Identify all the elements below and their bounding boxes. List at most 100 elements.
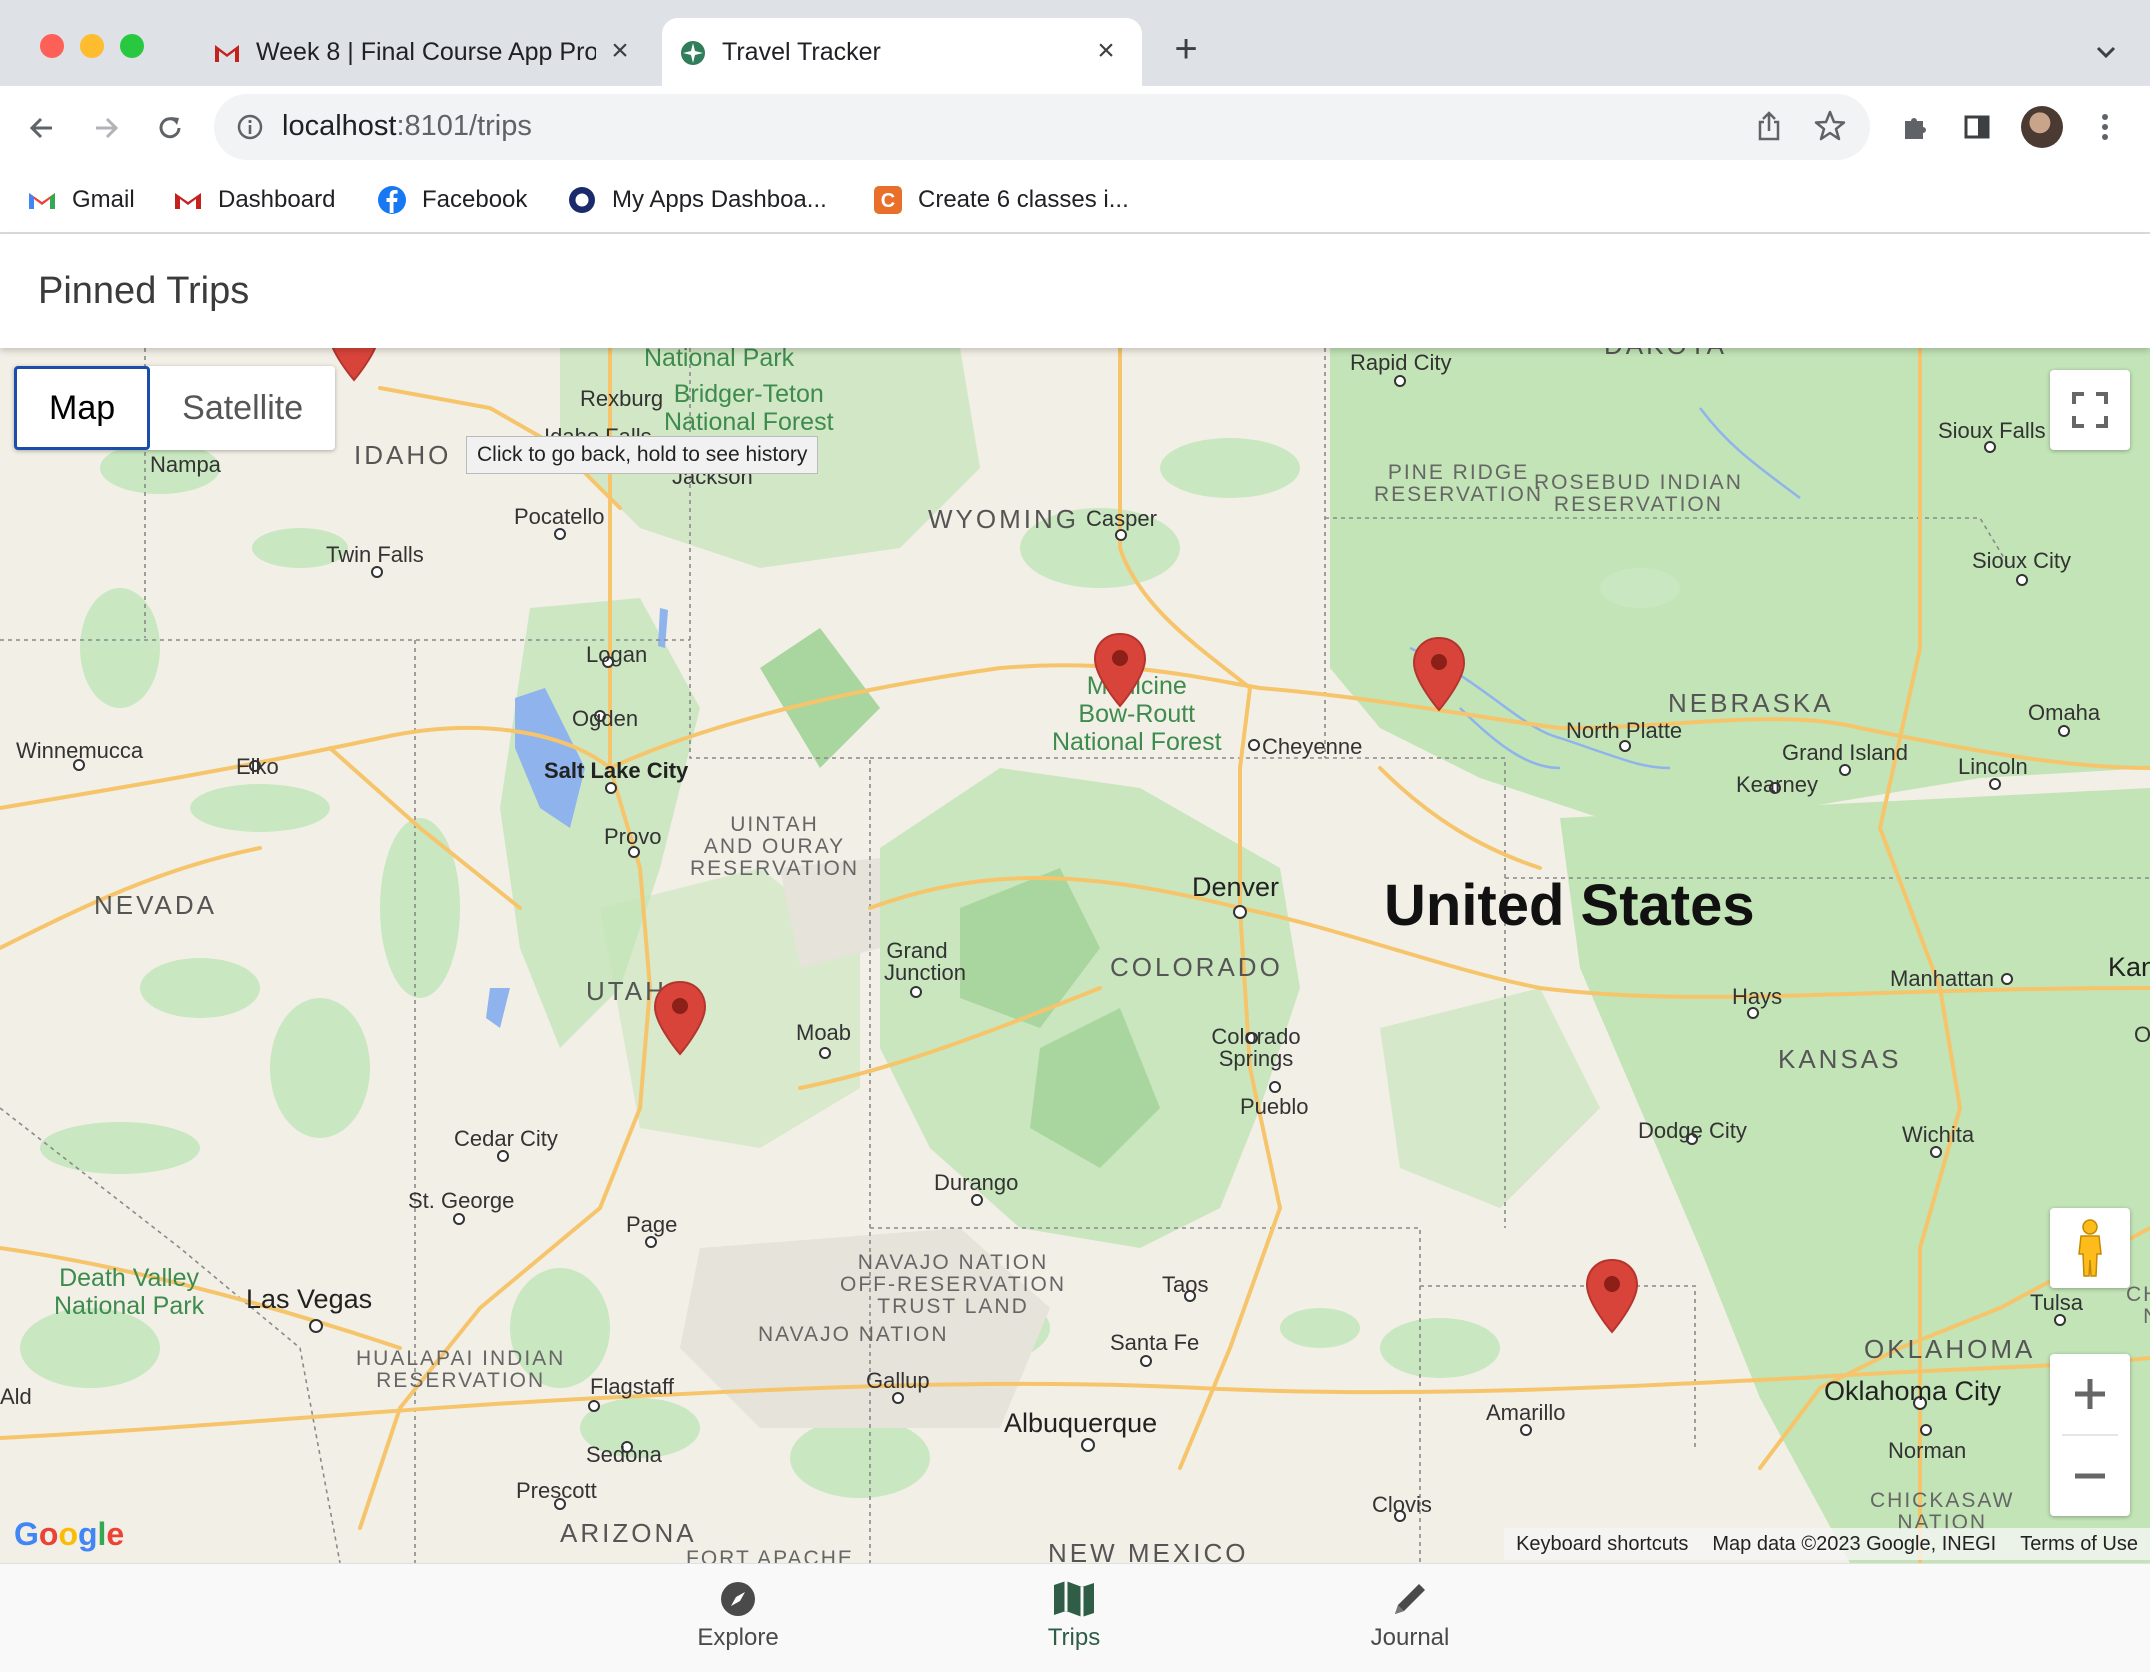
google-logo[interactable]: Google [14, 1516, 124, 1553]
arrow-left-icon [29, 117, 52, 139]
tab-title: Week 8 | Final Course App Proj [256, 37, 596, 66]
bookmark-facebook[interactable]: Facebook [376, 182, 527, 218]
state-label: ARIZONA [560, 1518, 697, 1548]
city-label: Salt Lake City [544, 758, 689, 783]
city-label: Logan [586, 642, 648, 667]
state-label: KANSAS [1778, 1044, 1902, 1074]
map-type-control: Map Satellite [14, 366, 336, 450]
reload-button[interactable] [150, 108, 190, 148]
facebook-icon [376, 184, 408, 216]
side-panel-icon[interactable] [1958, 108, 1996, 146]
city-label: Page [626, 1212, 678, 1237]
city-label: Taos [1162, 1272, 1209, 1297]
city-label: Kan [2108, 952, 2150, 982]
svg-text:C: C [881, 190, 895, 212]
nav-explore[interactable]: Explore [638, 1574, 838, 1664]
city-label: Pueblo [1240, 1094, 1309, 1119]
map-view[interactable]: IDAHO WYOMING NEBRASKA NEVADA UTAH COLOR… [0, 348, 2150, 1563]
gmail-icon [26, 184, 58, 216]
reservation-label: FORT APACHE [686, 1547, 854, 1564]
new-tab-button[interactable]: + [1166, 29, 1206, 70]
bookmark-gmail[interactable]: Gmail [26, 182, 135, 218]
more-menu-icon[interactable] [2086, 108, 2124, 146]
trip-pin-marker[interactable] [1412, 636, 1466, 712]
city-label: Lincoln [1958, 754, 2028, 779]
bookmark-codecademy[interactable]: C Create 6 classes i... [872, 182, 1129, 218]
city-label: Gallup [866, 1368, 930, 1393]
city-label: Ogden [572, 706, 639, 731]
city-label: O [2134, 1022, 2150, 1047]
minus-icon [2075, 1473, 2105, 1479]
city-label: Rapid City [1350, 350, 1452, 375]
close-tab-icon[interactable]: × [1090, 36, 1122, 68]
state-label: COLORADO [1110, 952, 1283, 982]
keyboard-shortcuts-link[interactable]: Keyboard shortcuts [1504, 1533, 1700, 1556]
city-label: Norman [1888, 1438, 1967, 1463]
back-button[interactable] [22, 108, 62, 148]
city-label: Omaha [2028, 700, 2101, 725]
maximize-window-button[interactable] [120, 34, 144, 58]
reservation-label: HUALAPAI INDIAN RESERVATION [356, 1347, 566, 1392]
browser-tab-bar: Week 8 | Final Course App Proj × Travel … [0, 0, 2150, 86]
bookmark-my-apps[interactable]: My Apps Dashboa... [566, 182, 827, 218]
city-label: Dodge City [1638, 1118, 1747, 1143]
pencil-icon [1310, 1574, 1510, 1624]
minimize-window-button[interactable] [80, 34, 104, 58]
map-type-map-button[interactable]: Map [14, 366, 151, 450]
city-label: Hays [1732, 984, 1783, 1009]
extensions-icon[interactable] [1896, 108, 1934, 146]
trip-pin-marker[interactable] [1585, 1258, 1639, 1334]
city-label: Rexburg [580, 386, 664, 411]
city-label: Santa Fe [1110, 1330, 1200, 1355]
nav-trips[interactable]: Trips [974, 1574, 1174, 1664]
browser-tab-travel-tracker[interactable]: Travel Tracker × [662, 18, 1142, 86]
browser-tab-week8[interactable]: Week 8 | Final Course App Proj × [196, 18, 656, 86]
reservation-label: UINTAH AND OURAY RESERVATION [690, 813, 860, 880]
trip-pin-marker[interactable] [1093, 632, 1147, 708]
bookmark-label: Gmail [72, 186, 135, 213]
city-label: Las Vegas [246, 1284, 373, 1314]
address-bar[interactable]: localhost:8101/trips [214, 94, 1870, 160]
close-tab-icon[interactable]: × [604, 36, 636, 68]
map-icon [974, 1574, 1174, 1624]
travel-tracker-icon [678, 38, 708, 68]
city-label: Grand Junction [884, 938, 966, 985]
city-label: North Platte [1566, 718, 1683, 743]
codecademy-icon: C [872, 184, 904, 216]
state-label: OKLAHOMA [1864, 1334, 2036, 1364]
city-label: Sedona [586, 1442, 662, 1467]
park-label: Death Valley National Park [54, 1264, 205, 1320]
plus-icon [2075, 1379, 2105, 1409]
city-label: Ald [0, 1384, 32, 1409]
profile-avatar[interactable] [2021, 106, 2063, 148]
reservation-label: NAVAJO NATION [758, 1323, 949, 1346]
site-info-icon[interactable] [236, 113, 264, 141]
share-icon[interactable] [1752, 110, 1786, 144]
city-label: St. George [408, 1188, 515, 1213]
forward-button[interactable] [86, 108, 126, 148]
close-window-button[interactable] [40, 34, 64, 58]
url-text[interactable]: localhost:8101/trips [282, 110, 532, 143]
trip-pin-marker[interactable] [653, 980, 707, 1056]
fullscreen-button[interactable] [2050, 370, 2130, 450]
city-label: Wichita [1902, 1122, 1975, 1147]
bookmark-dashboard[interactable]: Dashboard [172, 182, 335, 218]
reservation-label: ROSEBUD INDIAN RESERVATION [1534, 471, 1743, 516]
state-label: WYOMING [928, 504, 1079, 534]
bookmark-star-icon[interactable] [1812, 108, 1848, 144]
zoom-in-button[interactable] [2050, 1354, 2130, 1434]
bookmark-label: My Apps Dashboa... [612, 186, 827, 213]
reload-icon [159, 117, 181, 139]
tab-search-chevron-icon[interactable] [2090, 36, 2122, 68]
city-label: Winnemucca [16, 738, 144, 763]
map-type-satellite-button[interactable]: Satellite [150, 366, 335, 450]
gmail-icon [212, 38, 242, 68]
page-title: Pinned Trips [38, 270, 250, 312]
street-view-pegman[interactable] [2050, 1208, 2130, 1288]
bookmark-label: Facebook [422, 186, 528, 213]
arrow-right-icon [96, 117, 119, 139]
gmail-icon [172, 184, 204, 216]
nav-journal[interactable]: Journal [1310, 1574, 1510, 1664]
terms-of-use-link[interactable]: Terms of Use [2008, 1533, 2150, 1556]
zoom-out-button[interactable] [2050, 1436, 2130, 1516]
